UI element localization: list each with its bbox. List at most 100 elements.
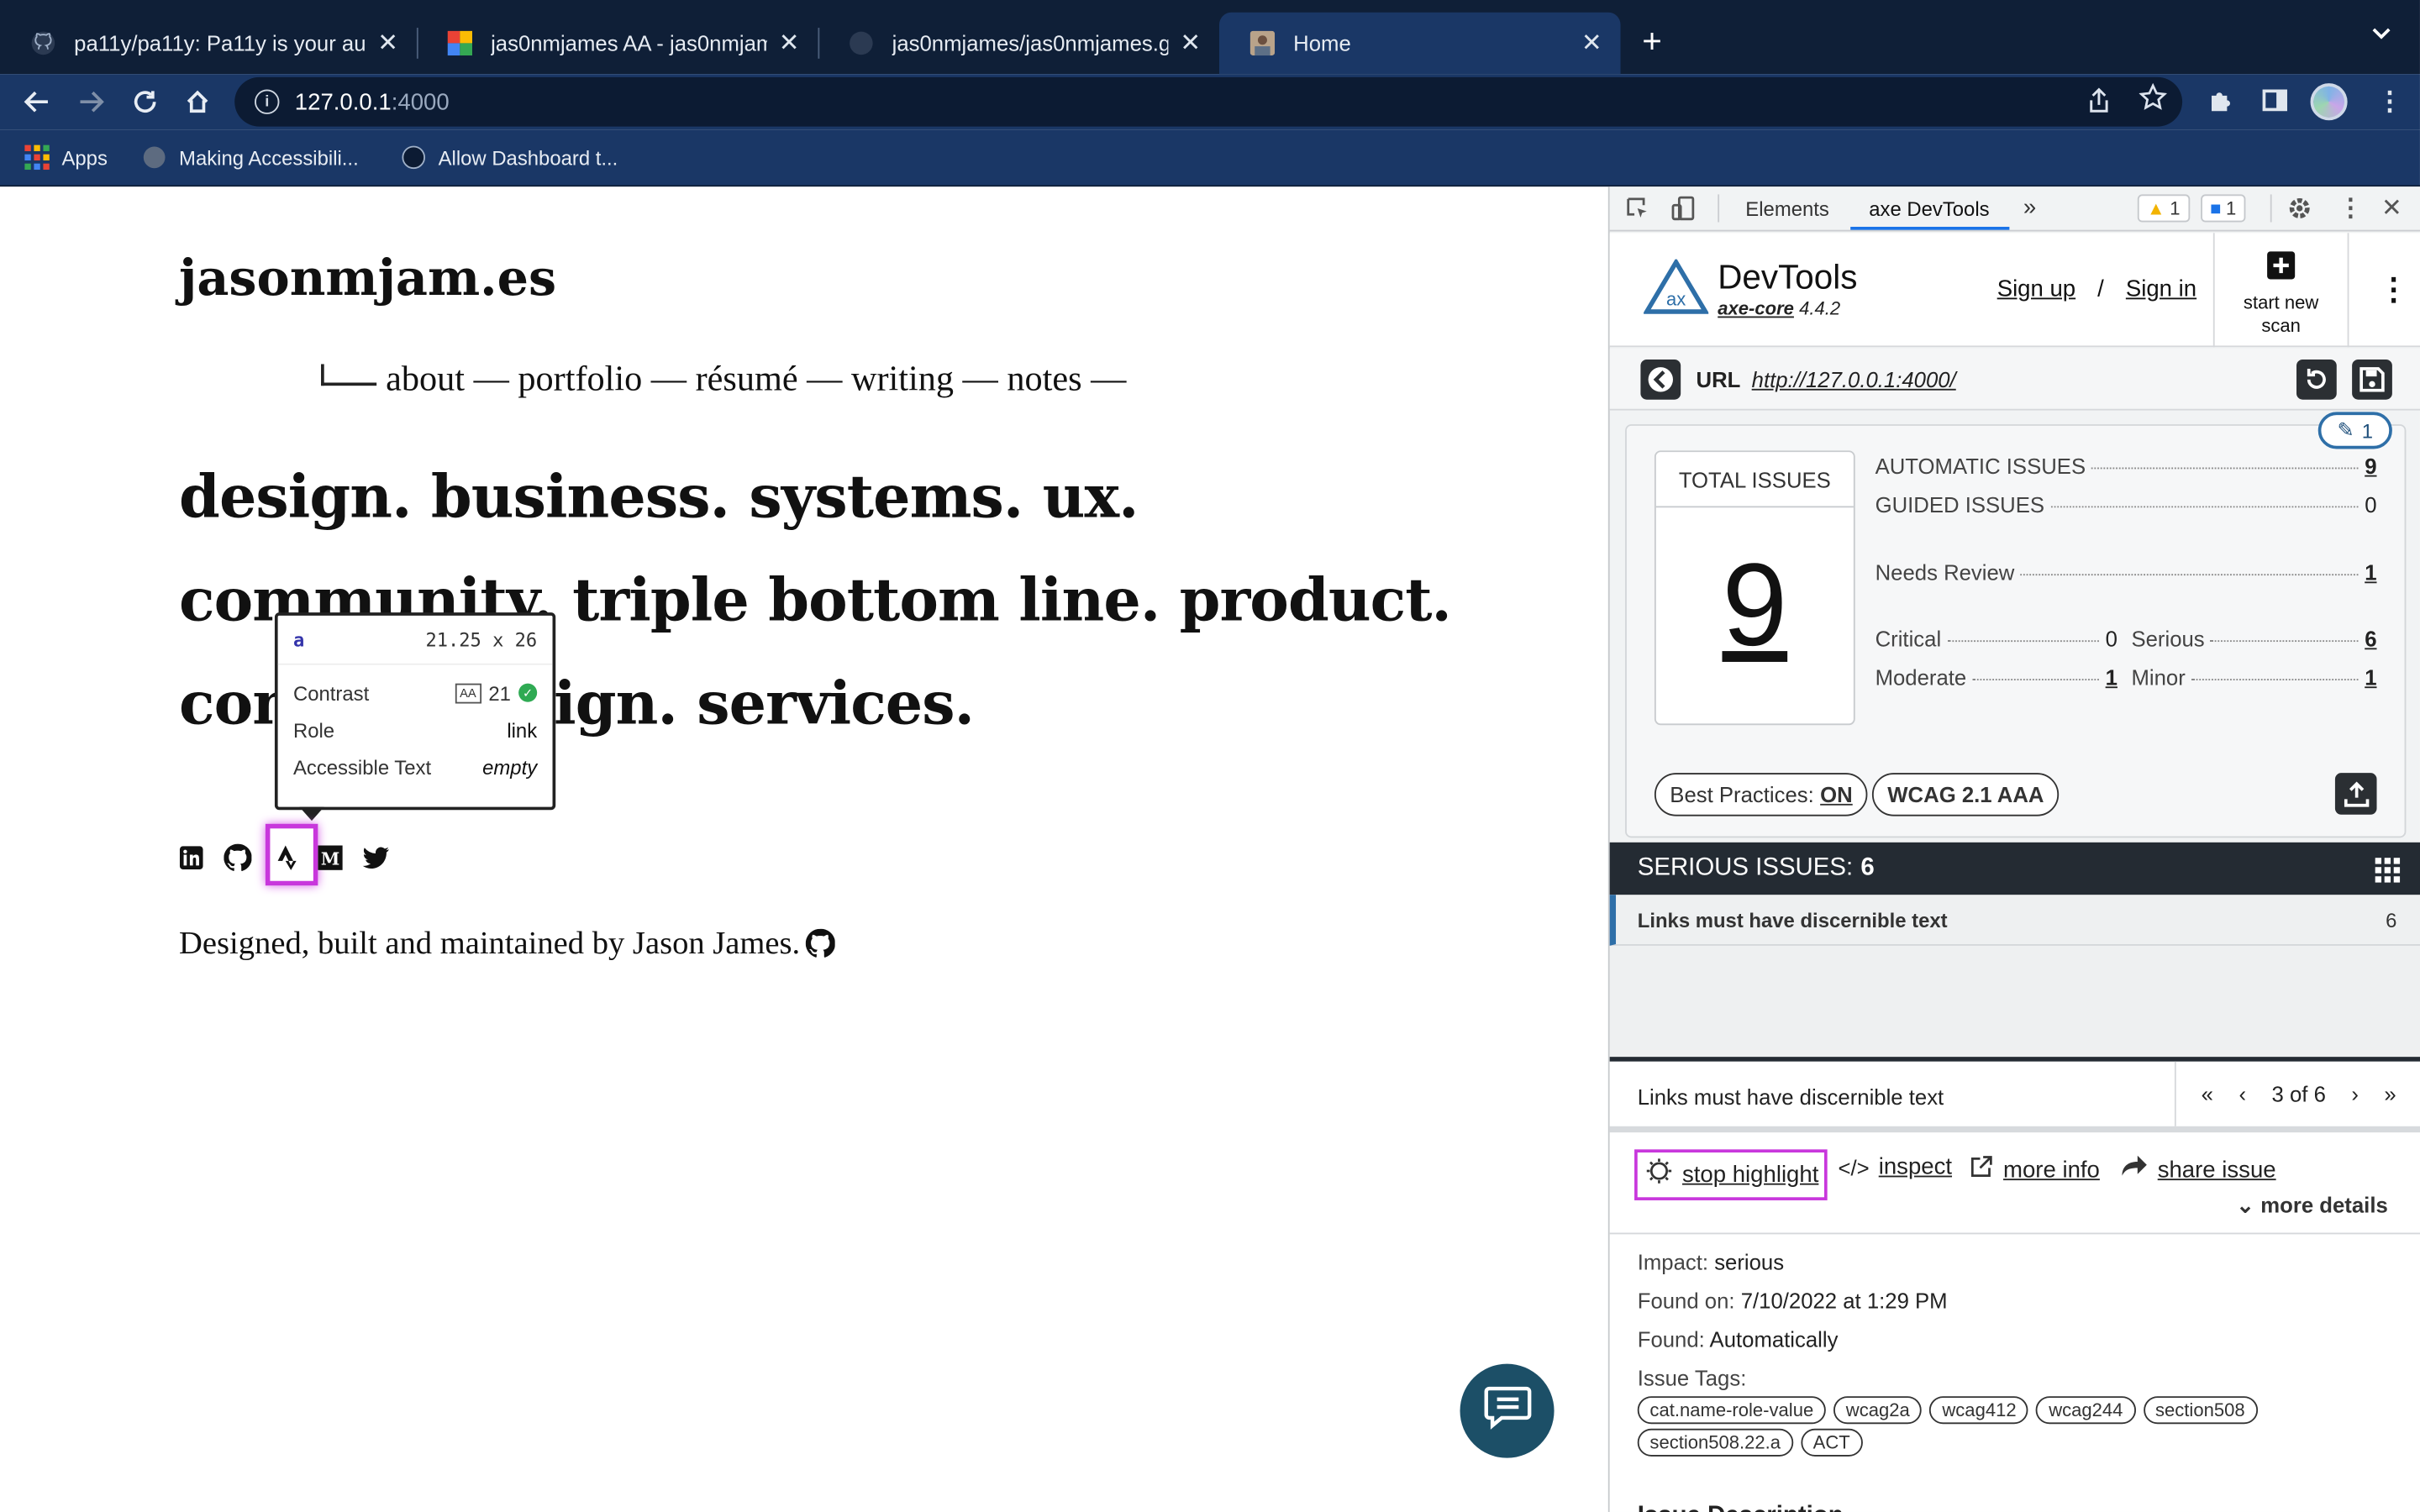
tab-title: jas0nmjames/jas0nmjames.gith [892,30,1168,56]
devtools-kebab-icon[interactable]: ⋮ [2338,193,2363,224]
more-details-toggle[interactable]: ⌄ more details [2236,1193,2387,1219]
back-circle-icon[interactable] [1640,359,1681,400]
needs-review-count[interactable]: 1 [2365,560,2376,585]
serious-label: Serious [2131,626,2205,652]
grid-menu-icon[interactable] [2375,858,2401,883]
site-navigation[interactable]: about — portfolio — résumé — writing — n… [321,360,1126,400]
browser-tab-jas0nmjames-github[interactable]: jas0nmjames/jas0nmjames.gith ✕ [818,13,1219,74]
site-navigation-links[interactable]: about — portfolio — résumé — writing — n… [386,360,1126,398]
axe-logo-icon: ax [1642,257,1710,323]
browser-tab-jas0nmjames-aa[interactable]: jas0nmjames AA - jas0nmjame ✕ [417,13,818,74]
tab-search-chevron-icon[interactable] [2370,22,2392,46]
issue-description-heading: Issue Description [1638,1503,1844,1512]
automatic-issues-count[interactable]: 9 [2365,454,2376,478]
rescan-icon[interactable] [2296,359,2337,400]
minor-count[interactable]: 1 [2365,665,2376,690]
scanned-url-link[interactable]: http://127.0.0.1:4000/ [1752,367,1956,391]
browser-tab-pa11y[interactable]: pa11y/pa11y: Pa11y is your auto ✕ [0,13,417,74]
save-icon[interactable] [2352,359,2392,400]
close-devtools-icon[interactable]: ✕ [2381,193,2402,224]
tooltip-text-label: Accessible Text [292,755,432,779]
best-practices-toggle[interactable]: Best Practices: ON [1654,773,1869,816]
medium-icon[interactable]: M [315,843,346,874]
forward-arrow-icon[interactable] [70,81,113,123]
impact-value: serious [1714,1249,1785,1275]
share-icon[interactable] [2086,87,2111,122]
close-tab-icon[interactable]: ✕ [779,28,800,59]
more-tabs-chevron-icon[interactable]: » [2023,194,2036,220]
home-icon[interactable] [176,81,218,123]
wcag-standard-selector[interactable]: WCAG 2.1 AAA [1871,773,2060,816]
stop-highlight-button[interactable]: stop highlight [1634,1149,1828,1200]
best-practices-label: Best Practices: [1670,782,1814,807]
warnings-badge[interactable]: ▲ 1 [2137,194,2190,223]
browser-tab-home[interactable]: Home ✕ [1218,12,1621,75]
messages-badge[interactable]: ■ 1 [2201,194,2246,223]
linkedin-icon[interactable] [176,843,207,874]
extensions-puzzle-icon[interactable] [2207,87,2234,122]
tab-elements[interactable]: Elements [1745,197,1829,221]
tab-axe-devtools[interactable]: axe DevTools [1869,197,1989,221]
total-issues-count[interactable]: 9 [1656,538,1854,673]
stop-highlight-label: stop highlight [1682,1161,1819,1188]
issue-detail-title: Links must have discernible text [1637,1084,1944,1110]
next-issue-icon[interactable]: › [2351,1082,2359,1106]
moderate-count[interactable]: 1 [2106,665,2118,690]
sign-in-link[interactable]: Sign in [2126,276,2196,302]
close-tab-icon[interactable]: ✕ [377,28,398,59]
address-bar[interactable]: i 127.0.0.1:4000 [234,76,2183,127]
twitter-icon[interactable] [361,843,392,874]
previous-issue-icon[interactable]: ‹ [2238,1082,2246,1106]
reload-icon[interactable] [124,81,166,123]
element-inspect-tooltip: a 21.25 x 26 Contrast AA 21 ✓ Role link … [274,612,556,822]
colorful-app-icon [447,30,473,56]
profile-avatar[interactable] [2310,83,2348,121]
footer-text: Designed, built and maintained by Jason … [179,924,801,962]
inspect-element-icon[interactable] [1625,196,1649,225]
serious-count[interactable]: 6 [2365,627,2376,651]
bookmark-star-icon[interactable] [2139,82,2168,118]
bookmark-apps[interactable]: Apps [24,144,108,171]
issue-tag: wcag412 [1929,1396,2029,1425]
bookmark-making-accessibility[interactable]: Making Accessibili... [142,145,359,170]
start-new-scan-button[interactable]: start new scan [2212,233,2349,348]
axe-menu-kebab-icon[interactable]: ⋮ [2378,270,2409,308]
bookmark-label: Allow Dashboard t... [438,145,618,170]
site-logo[interactable]: jasonmjam.es [179,249,556,313]
bookmark-allow-dashboard[interactable]: Allow Dashboard t... [402,145,618,170]
close-tab-icon[interactable]: ✕ [1581,28,1602,59]
chat-button[interactable] [1460,1363,1555,1458]
bookmark-label: Apps [61,145,108,170]
serious-issues-title: SERIOUS ISSUES: [1637,854,1854,881]
moderate-label: Moderate [1875,664,1967,690]
export-icon[interactable] [2334,773,2377,815]
github-icon[interactable] [806,928,836,958]
last-issue-icon[interactable]: » [2384,1082,2396,1106]
site-info-icon[interactable]: i [255,89,280,114]
device-toolbar-icon[interactable] [1671,196,1696,225]
guided-tests-pill[interactable]: ✎ 1 [2317,412,2392,449]
inspect-button[interactable]: </> inspect [1839,1154,1953,1180]
tooltip-header: a 21.25 x 26 [277,616,553,665]
close-tab-icon[interactable]: ✕ [1180,28,1201,59]
github-icon[interactable] [222,843,253,874]
share-issue-button[interactable]: share issue [2121,1154,2276,1185]
serious-issues-count: 6 [1860,854,1875,881]
tab-title: jas0nmjames AA - jas0nmjame [491,30,767,56]
settings-gear-icon[interactable] [2286,194,2313,227]
issue-tags-label: Issue Tags: [1637,1365,1747,1390]
total-issues-box: TOTAL ISSUES 9 [1654,450,1855,726]
issue-detail-panel: Links must have discernible text « ‹ 3 o… [1609,1057,2420,1512]
scan-url-bar: URL http://127.0.0.1:4000/ [1609,349,2420,411]
first-issue-icon[interactable]: « [2202,1082,2213,1106]
found-label: Found: [1637,1326,1705,1352]
axe-core-version: axe-core 4.4.2 [1718,297,1840,319]
sign-up-link[interactable]: Sign up [1997,276,2075,302]
side-panel-icon[interactable] [2261,87,2289,122]
new-tab-plus-icon[interactable]: + [1642,22,1662,62]
back-arrow-icon[interactable] [15,81,58,123]
issue-list-item[interactable]: Links must have discernible text 6 [1609,895,2420,946]
axe-core-link[interactable]: axe-core [1718,297,1794,319]
browser-menu-kebab-icon[interactable]: ⋮ [2377,87,2403,118]
more-info-button[interactable]: more info [1970,1154,2100,1185]
